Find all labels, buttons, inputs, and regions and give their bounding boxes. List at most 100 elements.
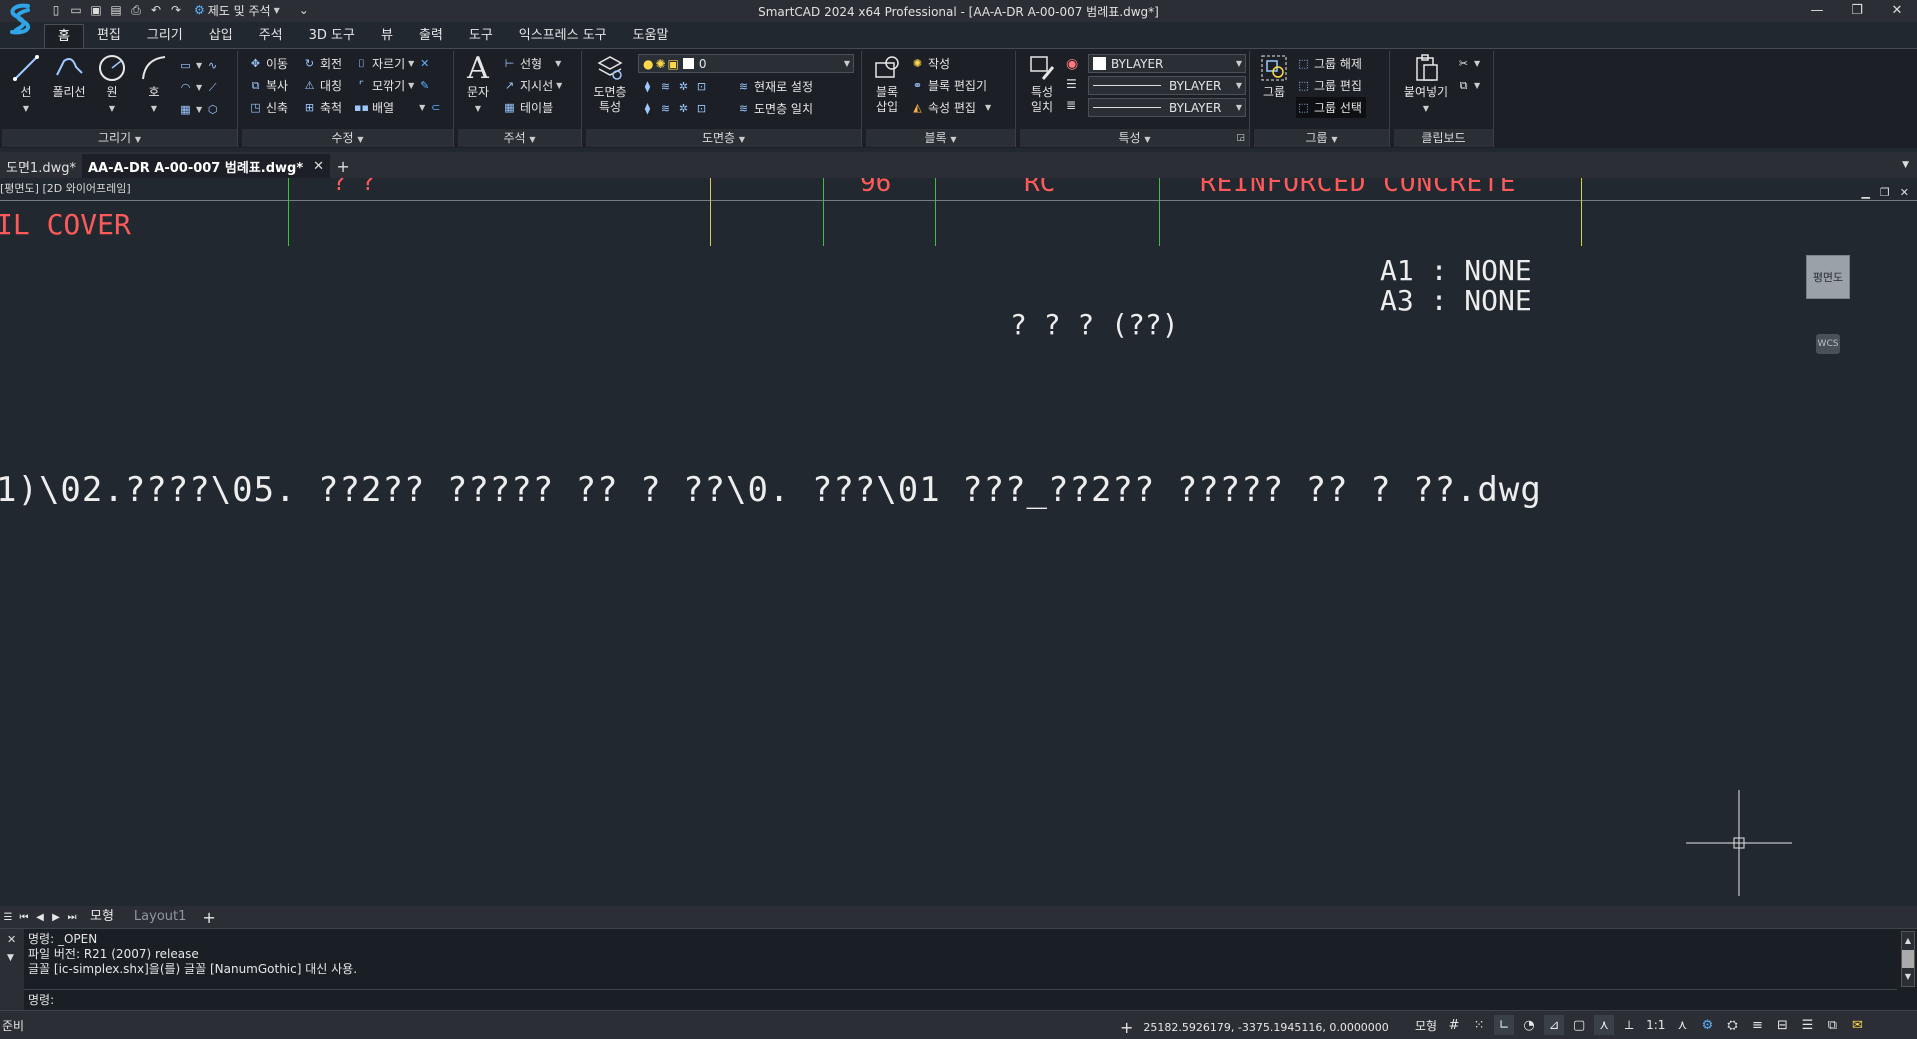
add-layout-button[interactable]: +	[196, 908, 221, 927]
workspace-switch[interactable]: ⚙ 제도 및 주석 ▼	[194, 2, 280, 19]
match-properties-button[interactable]: 특성 일치	[1024, 53, 1060, 115]
close-command-icon[interactable]: ✕	[7, 933, 16, 946]
tab-help[interactable]: 도움말	[620, 24, 682, 48]
groups-panel-title[interactable]: 그룹 ▼	[1254, 129, 1389, 147]
copy-clip-button[interactable]: ⧉ ▼	[1456, 75, 1481, 96]
clipboard-panel-title[interactable]: 클립보드	[1394, 129, 1493, 147]
tab-draw[interactable]: 그리기	[134, 24, 196, 48]
tab-tools[interactable]: 도구	[456, 24, 506, 48]
modify-panel-title[interactable]: 수정 ▼	[242, 129, 453, 147]
minimize-button[interactable]: —	[1797, 0, 1837, 20]
copy-button[interactable]: ⧉ 복사	[248, 75, 289, 96]
make-current-button[interactable]: ≋ 현재로 설정	[736, 76, 813, 97]
fillet-button[interactable]: ⌜ 모깎기 ▼ ✎	[354, 75, 432, 96]
draw-panel-title[interactable]: 그리기 ▼	[2, 129, 237, 147]
layout-tab-layout1[interactable]: Layout1	[124, 906, 196, 928]
restore-button[interactable]: ❐	[1837, 0, 1877, 20]
cut-button[interactable]: ✂ ▼	[1456, 53, 1480, 74]
viewport-close-icon[interactable]: ✕	[1900, 186, 1909, 199]
close-tab-icon[interactable]: ✕	[313, 159, 324, 174]
attribute-edit-button[interactable]: ◭ 속성 편집 ▼	[910, 97, 991, 118]
create-block-button[interactable]: ✺ 작성	[910, 53, 950, 74]
layer-thaw-icon[interactable]: ✲	[676, 101, 691, 116]
layer-on-icon[interactable]: ⧫	[640, 101, 655, 116]
circle-button[interactable]: 원 ▼	[94, 53, 130, 116]
otrack-icon[interactable]: ▢	[1569, 1015, 1589, 1035]
properties-panel-title[interactable]: 특성 ▼ ◲	[1020, 129, 1249, 147]
tab-view[interactable]: 뷰	[368, 24, 406, 48]
lineweight-display-icon[interactable]: ≡	[1747, 1015, 1767, 1035]
text-button[interactable]: A 문자 ▼	[462, 53, 494, 116]
undo-icon[interactable]: ↶	[148, 2, 164, 18]
layer-properties-button[interactable]: 도면층 특성	[588, 53, 632, 115]
new-tab-button[interactable]: +	[330, 154, 356, 178]
panel-launcher-icon[interactable]: ◲	[1236, 129, 1245, 147]
block-panel-title[interactable]: 블록 ▼	[866, 129, 1015, 147]
plot-icon[interactable]: ⎙	[128, 2, 144, 18]
stretch-button[interactable]: ◳ 신축	[248, 97, 288, 118]
layers-panel-title[interactable]: 도면층 ▼	[586, 129, 861, 147]
annotation-scale-icon[interactable]: ⋏	[1672, 1015, 1692, 1035]
polyline-button[interactable]: 폴리선	[46, 53, 92, 100]
coordinates-display[interactable]: + 25182.5926179, -3375.1945116, 0.000000…	[1120, 1018, 1389, 1037]
leader-button[interactable]: ↗ 지시선 ▼	[502, 75, 562, 96]
trim-button[interactable]: ⌷ 자르기 ▼ ✕	[354, 53, 432, 74]
tab-insert[interactable]: 삽입	[196, 24, 246, 48]
ui-lock-icon[interactable]: ☰	[1797, 1015, 1817, 1035]
tab-edit[interactable]: 편집	[84, 24, 134, 48]
tab-annotate[interactable]: 주석	[246, 24, 296, 48]
viewcube[interactable]: 평면도	[1806, 255, 1850, 299]
color-wheel-icon[interactable]: ◉	[1066, 56, 1078, 72]
layout-menu-icon[interactable]: ☰	[0, 912, 16, 923]
group-select-button[interactable]: ⬚ 그룹 선택	[1296, 97, 1366, 118]
lineweight-icon[interactable]: ≣	[1066, 98, 1076, 112]
command-input[interactable]: 명령:	[24, 989, 1897, 1011]
layer-unlock-icon[interactable]: ⊡	[694, 101, 709, 116]
ellipse-tool[interactable]: ◠ ▼ ⟋	[178, 77, 220, 98]
ungroup-button[interactable]: ⬚ 그룹 해제	[1296, 53, 1362, 74]
notifications-icon[interactable]: ✉	[1847, 1015, 1867, 1035]
customize-qat-icon[interactable]: ⌄	[296, 2, 312, 18]
linetype-dropdown[interactable]: BYLAYER ▼	[1088, 76, 1246, 95]
annotation-panel-title[interactable]: 주석 ▼	[458, 129, 581, 147]
layout-tab-model[interactable]: 모형	[80, 906, 124, 928]
scroll-thumb[interactable]	[1902, 950, 1914, 968]
hatch-tool[interactable]: ▦ ▼ ⬡	[178, 99, 220, 120]
polar-icon[interactable]: ◔	[1519, 1015, 1539, 1035]
viewport-controls[interactable]: [평면도] [2D 와이어프레임]	[0, 180, 131, 196]
command-options-icon[interactable]: ▼	[7, 953, 14, 963]
table-button[interactable]: ▦ 테이블	[502, 97, 553, 118]
move-button[interactable]: ✥ 이동	[248, 53, 288, 74]
tab-list-chevron-icon[interactable]: ▼	[1902, 160, 1909, 170]
annotation-visibility-icon[interactable]: ⋏	[1594, 1015, 1615, 1035]
layer-lock-icon[interactable]: ⊡	[694, 79, 709, 94]
command-window-handle[interactable]: ✕ ▼	[0, 929, 24, 1011]
osnap-icon[interactable]: ⊿	[1544, 1015, 1565, 1035]
save-as-icon[interactable]: ▤	[108, 2, 124, 18]
scroll-up-icon[interactable]: ▲	[1902, 932, 1914, 950]
line-button[interactable]: 선 ▼	[8, 53, 44, 116]
layer-freeze-icon[interactable]: ✲	[676, 79, 691, 94]
tab-3d-tools[interactable]: 3D 도구	[296, 24, 368, 48]
command-scrollbar[interactable]: ▲ ▼	[1901, 931, 1915, 987]
snap-icon[interactable]: ⁙	[1469, 1015, 1489, 1035]
annotation-scale[interactable]: 1:1	[1644, 1015, 1667, 1035]
tab-home[interactable]: 홈	[44, 24, 84, 48]
tab-output[interactable]: 출력	[406, 24, 456, 48]
model-space-toggle[interactable]: 모형	[1413, 1015, 1439, 1035]
layer-dropdown[interactable]: ● ✺ ▣ 0 ▼	[638, 54, 854, 73]
grid-icon[interactable]: #	[1444, 1015, 1464, 1035]
next-layout-icon[interactable]: ▶	[48, 912, 64, 923]
smartcad-logo[interactable]	[4, 2, 36, 36]
match-layer-button[interactable]: ≋ 도면층 일치	[736, 98, 813, 119]
layer-unisolate-icon[interactable]: ≋	[658, 101, 673, 116]
new-icon[interactable]: ▯	[48, 2, 64, 18]
rotate-button[interactable]: ↻ 회전	[302, 53, 342, 74]
lineweight-dropdown[interactable]: BYLAYER ▼	[1088, 98, 1246, 117]
group-button[interactable]: 그룹	[1256, 53, 1292, 100]
last-layout-icon[interactable]: ⏭	[64, 912, 80, 923]
scroll-down-icon[interactable]: ▼	[1902, 968, 1914, 986]
open-icon[interactable]: ▭	[68, 2, 84, 18]
first-layout-icon[interactable]: ⏮	[16, 912, 32, 923]
arc-button[interactable]: 호 ▼	[136, 53, 172, 116]
